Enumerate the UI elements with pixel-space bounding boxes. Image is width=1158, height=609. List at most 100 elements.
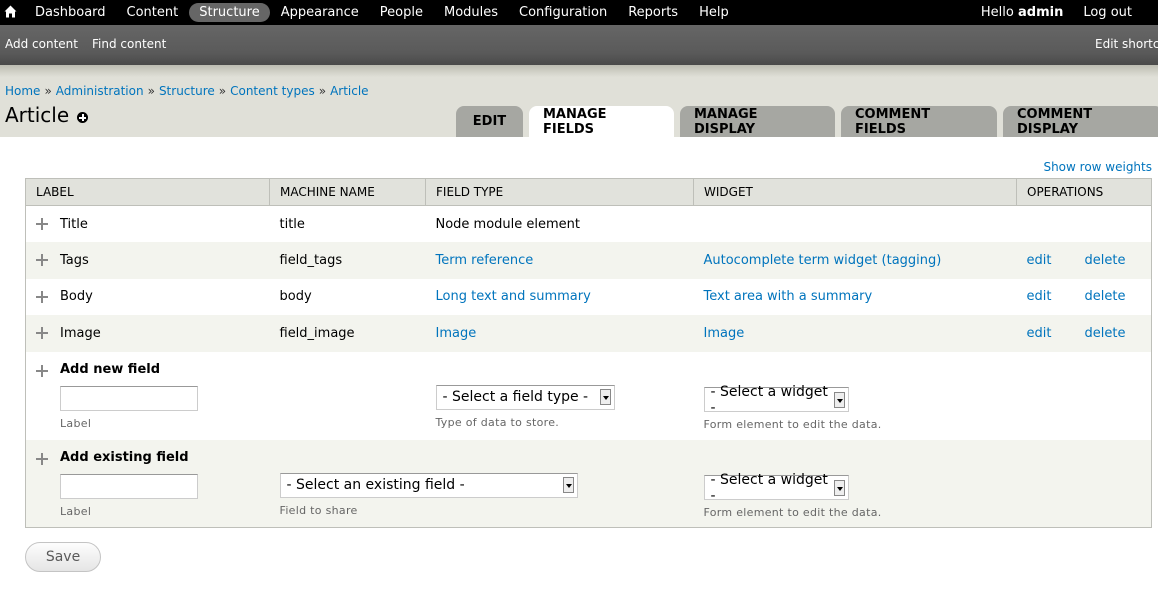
column-header-widget: WIDGET	[693, 178, 1017, 206]
tab-manage-fields[interactable]: MANAGE FIELDS	[529, 106, 674, 137]
existing-field-description: Field to share	[279, 503, 358, 517]
machine-name: body	[269, 278, 426, 315]
field-type-select[interactable]: - Select a field type -	[435, 384, 615, 410]
add-shortcut-icon[interactable]	[77, 112, 88, 123]
table-row: Tags field_tags Term reference Autocompl…	[25, 242, 1152, 279]
menu-item-reports[interactable]: Reports	[618, 3, 688, 22]
show-row-weights-link[interactable]: Show row weights	[1043, 160, 1152, 174]
drag-handle-icon[interactable]	[36, 218, 48, 230]
field-type-link[interactable]: Long text and summary	[436, 289, 591, 304]
widget	[693, 205, 1017, 242]
field-label: Body	[60, 289, 93, 305]
edit-shortcuts-link[interactable]: Edit shortcuts	[1095, 37, 1158, 51]
table-row: Title title Node module element	[25, 205, 1152, 242]
shortcuts-bar: Add content Find content Edit shortcuts	[0, 25, 1158, 65]
shortcut-add-content[interactable]: Add content	[5, 37, 78, 51]
add-new-field-row: Add new field Label - Select a field typ…	[25, 351, 1152, 440]
column-header-label: LABEL	[25, 178, 270, 206]
select-arrow-icon	[833, 479, 845, 496]
menu-item-people[interactable]: People	[370, 3, 433, 22]
select-arrow-icon	[599, 389, 611, 405]
shortcut-find-content[interactable]: Find content	[92, 37, 166, 51]
machine-name: field_tags	[269, 242, 426, 279]
field-type: Node module element	[425, 205, 694, 242]
toolbar-menu: Dashboard Content Structure Appearance P…	[25, 0, 740, 25]
home-icon[interactable]	[4, 5, 17, 18]
widget-select-value: - Select a widget -	[710, 471, 828, 504]
toolbar-shadow	[0, 65, 1158, 77]
add-existing-field-row: Add existing field Label - Select an exi…	[25, 439, 1152, 528]
menu-item-configuration[interactable]: Configuration	[509, 3, 617, 22]
primary-tabs: EDIT MANAGE FIELDS MANAGE DISPLAY COMMEN…	[456, 106, 1158, 137]
drag-handle-icon[interactable]	[36, 327, 48, 340]
breadcrumb-content-types[interactable]: Content types	[230, 84, 315, 98]
breadcrumb: Home » Administration » Structure » Cont…	[5, 84, 369, 98]
field-type-description: Type of data to store.	[435, 415, 560, 429]
breadcrumb-structure[interactable]: Structure	[159, 84, 215, 98]
edit-link[interactable]: edit	[1027, 289, 1085, 304]
save-button[interactable]: Save	[25, 542, 101, 572]
menu-item-appearance[interactable]: Appearance	[271, 3, 369, 22]
column-header-operations: OPERATIONS	[1016, 178, 1152, 206]
existing-field-select-value: - Select an existing field -	[286, 477, 465, 493]
menu-item-modules[interactable]: Modules	[434, 3, 508, 22]
column-header-field-type: FIELD TYPE	[425, 178, 694, 206]
menu-item-help[interactable]: Help	[689, 3, 739, 22]
table-row: Body body Long text and summary Text are…	[25, 278, 1152, 315]
page-title: Article	[5, 103, 70, 127]
tab-comment-display[interactable]: COMMENT DISPLAY	[1003, 106, 1158, 137]
greeting: Hello admin	[981, 5, 1063, 20]
existing-field-select[interactable]: - Select an existing field -	[279, 472, 578, 498]
edit-link[interactable]: edit	[1027, 326, 1085, 341]
existing-field-widget-select[interactable]: - Select a widget -	[703, 472, 849, 504]
delete-link[interactable]: delete	[1085, 326, 1126, 341]
column-header-machine-name: MACHINE NAME	[269, 178, 426, 206]
drag-handle-icon[interactable]	[36, 254, 48, 267]
delete-link[interactable]: delete	[1085, 253, 1126, 268]
breadcrumb-separator: »	[218, 84, 227, 98]
menu-item-structure[interactable]: Structure	[189, 3, 270, 22]
field-type-link[interactable]: Image	[436, 326, 477, 341]
breadcrumb-administration[interactable]: Administration	[56, 84, 144, 98]
machine-name: field_image	[269, 315, 426, 352]
machine-name: title	[269, 205, 426, 242]
new-field-widget-select[interactable]: - Select a widget -	[703, 384, 849, 416]
field-type-link[interactable]: Term reference	[436, 253, 534, 268]
breadcrumb-article[interactable]: Article	[330, 84, 369, 98]
admin-toolbar: Dashboard Content Structure Appearance P…	[0, 0, 1158, 25]
user-menu: Hello admin Log out	[981, 0, 1158, 25]
table-header-row: LABEL MACHINE NAME FIELD TYPE WIDGET OPE…	[25, 178, 1152, 206]
menu-item-dashboard[interactable]: Dashboard	[25, 3, 116, 22]
drag-handle-icon[interactable]	[36, 452, 48, 465]
field-label: Tags	[60, 252, 89, 268]
delete-link[interactable]: delete	[1085, 289, 1126, 304]
table-row: Image field_image Image Image edit delete	[25, 315, 1152, 352]
edit-link[interactable]: edit	[1027, 253, 1085, 268]
fields-table: LABEL MACHINE NAME FIELD TYPE WIDGET OPE…	[25, 178, 1152, 528]
field-label: Title	[60, 216, 88, 232]
greeting-prefix: Hello	[980, 5, 1018, 20]
new-field-widget-description: Form element to edit the data.	[703, 418, 882, 431]
existing-field-label-description: Label	[60, 504, 92, 518]
tab-manage-display[interactable]: MANAGE DISPLAY	[680, 106, 835, 137]
menu-item-content[interactable]: Content	[117, 3, 189, 22]
existing-field-label-input[interactable]	[60, 473, 198, 499]
breadcrumb-home[interactable]: Home	[5, 84, 40, 98]
drag-handle-icon[interactable]	[36, 364, 48, 377]
tab-edit[interactable]: EDIT	[456, 106, 523, 137]
tab-comment-fields[interactable]: COMMENT FIELDS	[841, 106, 997, 137]
new-field-label-description: Label	[60, 416, 92, 430]
widget-link[interactable]: Autocomplete term widget (tagging)	[704, 253, 942, 268]
username[interactable]: admin	[1018, 5, 1063, 20]
widget-link[interactable]: Text area with a summary	[704, 289, 873, 304]
field-label: Image	[60, 325, 101, 341]
existing-field-widget-description: Form element to edit the data.	[703, 506, 882, 519]
breadcrumb-separator: »	[44, 84, 52, 98]
select-arrow-icon	[833, 391, 845, 408]
logout-link[interactable]: Log out	[1083, 5, 1132, 20]
breadcrumb-separator: »	[318, 84, 327, 98]
new-field-label-input[interactable]	[60, 385, 198, 411]
drag-handle-icon[interactable]	[36, 290, 48, 303]
widget-link[interactable]: Image	[704, 326, 745, 341]
select-arrow-icon	[562, 477, 574, 493]
